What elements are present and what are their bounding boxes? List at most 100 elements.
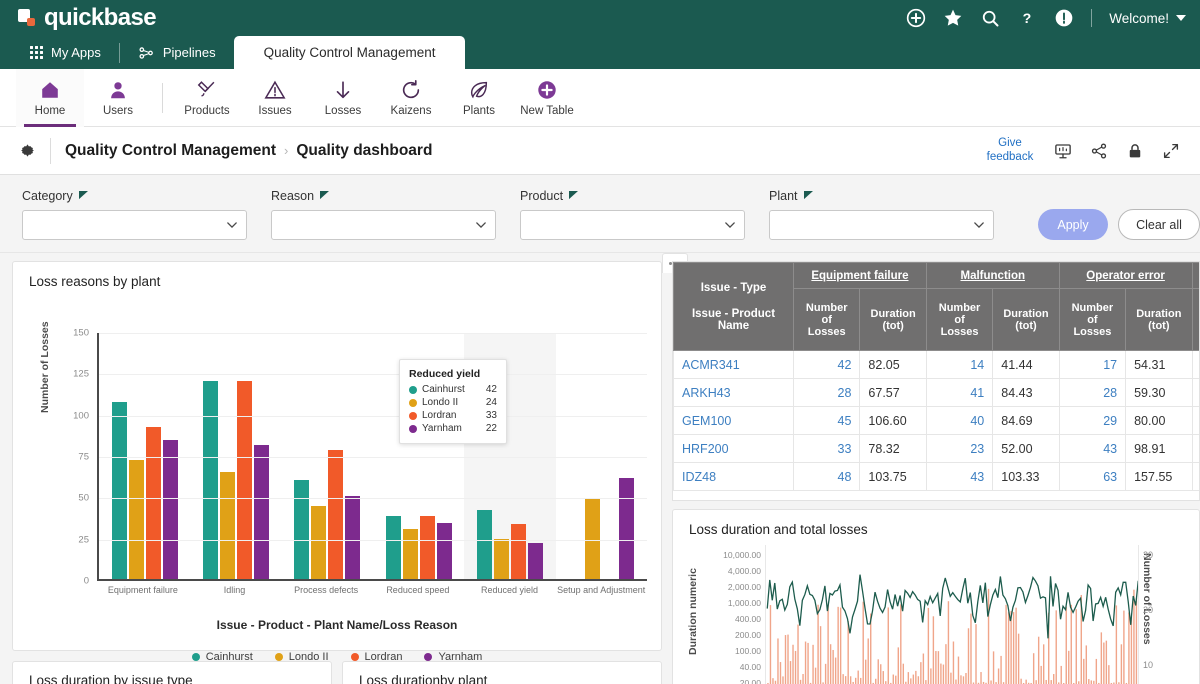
search-icon[interactable] (980, 8, 1000, 28)
bar-yarnham[interactable] (345, 496, 361, 579)
table-cell-number-of-losses[interactable]: 41 (925, 378, 994, 407)
bar-londo-ii[interactable] (493, 539, 509, 579)
table-row[interactable]: ARKH43 28 67.57 41 84.43 28 59.30 (673, 378, 1199, 407)
table-row[interactable]: GEM100 45 106.60 40 84.69 29 80.00 (673, 406, 1199, 435)
table-cell-number-of-losses[interactable]: 42 (792, 350, 861, 379)
table-group-operator-error[interactable]: Operator error (1058, 262, 1193, 289)
line-chart-bar (1045, 680, 1047, 684)
gear-icon[interactable] (14, 138, 40, 164)
table-cell-product-link[interactable]: GEM100 (673, 406, 794, 435)
sidebar-item-products[interactable]: Products (173, 69, 241, 127)
sidebar-item-plants[interactable]: Plants (445, 69, 513, 127)
line-chart-bar (1035, 680, 1037, 684)
line-chart-bar (812, 645, 814, 684)
sidebar-item-issues[interactable]: Issues (241, 69, 309, 127)
line-chart-bar (1083, 659, 1085, 684)
bar-yarnham[interactable] (527, 542, 543, 579)
table-cell-number-of-losses[interactable]: 23 (925, 434, 994, 463)
table-row[interactable]: HRF200 33 78.32 23 52.00 43 98.91 (673, 434, 1199, 463)
table-cell-number-of-losses[interactable]: 33 (792, 434, 861, 463)
table-group-total-clipped[interactable]: To (1191, 262, 1199, 289)
bar-yarnham[interactable] (436, 522, 452, 579)
give-feedback-link[interactable]: Give feedback (984, 137, 1036, 163)
bar-cainhurst[interactable] (294, 479, 310, 579)
tab-pipelines[interactable]: Pipelines (120, 36, 234, 69)
quickbase-logo[interactable]: quickbase (18, 6, 157, 30)
bar-cainhurst[interactable] (476, 509, 492, 579)
legend-item-yarnham[interactable]: Yarnham (424, 651, 482, 663)
bar-londo-ii[interactable] (128, 459, 144, 579)
sidebar-item-users[interactable]: Users (84, 69, 152, 127)
table-cell-duration: 157.55 (1125, 462, 1193, 491)
tooltip-series-value: 42 (485, 384, 497, 395)
bar-lordran[interactable] (510, 524, 526, 579)
table-row[interactable]: IDZ48 48 103.75 43 103.33 63 157.55 (673, 462, 1199, 491)
tab-quality-control-management[interactable]: Quality Control Management (233, 36, 466, 69)
bar-yarnham[interactable] (253, 445, 269, 579)
filter-category-select[interactable] (22, 210, 247, 240)
table-row[interactable]: ACMR341 42 82.05 14 41.44 17 54.31 (673, 350, 1199, 379)
bar-yarnham[interactable] (162, 440, 178, 579)
welcome-menu[interactable]: Welcome! (1109, 11, 1186, 26)
table-cell-duration: 59.30 (1125, 378, 1193, 407)
bar-londo-ii[interactable] (219, 471, 235, 579)
filter-plant-select[interactable] (769, 210, 994, 240)
bar-londo-ii[interactable] (402, 529, 418, 579)
tooltip-row: Yarnham 22 (409, 423, 497, 434)
table-cell-number-of-losses[interactable]: 29 (1058, 406, 1127, 435)
bar-yarnham[interactable] (619, 478, 635, 579)
sidebar-item-losses[interactable]: Losses (309, 69, 377, 127)
add-circle-icon[interactable] (906, 8, 926, 28)
table-cell-number-of-losses[interactable]: 43 (925, 462, 994, 491)
alert-icon[interactable] (1054, 8, 1074, 28)
star-icon[interactable] (943, 8, 963, 28)
table-cell-number-of-losses[interactable]: 45 (792, 406, 861, 435)
table-cell-number-of-losses[interactable]: 28 (1058, 378, 1127, 407)
bar-cainhurst[interactable] (202, 380, 218, 579)
bar-group[interactable] (99, 333, 190, 579)
sidebar-item-kaizens[interactable]: Kaizens (377, 69, 445, 127)
breadcrumb-app-link[interactable]: Quality Control Management (65, 142, 276, 160)
bar-lordran[interactable] (328, 450, 344, 579)
table-cell-product-link[interactable]: HRF200 (673, 434, 794, 463)
help-icon[interactable]: ? (1017, 8, 1037, 28)
table-cell-number-of-losses[interactable]: 28 (792, 378, 861, 407)
table-group-malfunction[interactable]: Malfunction (925, 262, 1060, 289)
sidebar-item-home[interactable]: Home (16, 68, 84, 127)
bar-cainhurst[interactable] (385, 516, 401, 579)
table-cell-number-of-losses[interactable]: 63 (1058, 462, 1127, 491)
bar-group[interactable] (190, 333, 281, 579)
table-cell-number-of-losses[interactable]: 48 (792, 462, 861, 491)
expand-icon[interactable] (1162, 142, 1180, 160)
legend-item-lordran[interactable]: Lordran (350, 651, 402, 663)
tab-my-apps[interactable]: My Apps (12, 36, 119, 69)
bar-londo-ii[interactable] (311, 506, 327, 579)
table-cell-number-of-losses[interactable]: 43 (1058, 434, 1127, 463)
legend-item-cainhurst[interactable]: Cainhurst (191, 651, 253, 663)
new-table-button[interactable]: New Table (513, 69, 581, 127)
bar-lordran[interactable] (419, 516, 435, 579)
apply-button[interactable]: Apply (1038, 209, 1108, 240)
filter-reason-select[interactable] (271, 210, 496, 240)
table-cell-product-link[interactable]: ACMR341 (673, 350, 794, 379)
lock-icon[interactable] (1126, 142, 1144, 160)
table-cell-number-of-losses[interactable]: 14 (925, 350, 994, 379)
bar-lordran[interactable] (145, 426, 161, 579)
share-icon[interactable] (1090, 142, 1108, 160)
clear-all-button[interactable]: Clear all (1118, 209, 1200, 240)
present-icon[interactable] (1054, 142, 1072, 160)
table-cell-number-of-losses[interactable]: 17 (1058, 350, 1127, 379)
bar-lordran[interactable] (236, 380, 252, 579)
filter-product-select[interactable] (520, 210, 745, 240)
line-chart-plot-area (765, 545, 1139, 684)
bar-cainhurst[interactable] (111, 402, 127, 579)
table-cell-product-link[interactable]: IDZ48 (673, 462, 794, 491)
table-group-equipment-failure[interactable]: Equipment failure (793, 262, 927, 289)
legend-item-londo-ii[interactable]: Londo II (274, 651, 329, 663)
bar-group[interactable] (556, 333, 647, 579)
table-cell-number-of-losses[interactable]: 40 (925, 406, 994, 435)
line-chart-bar (794, 651, 797, 684)
bar-group[interactable] (282, 333, 373, 579)
bar-londo-ii[interactable] (585, 498, 601, 579)
table-cell-product-link[interactable]: ARKH43 (673, 378, 794, 407)
